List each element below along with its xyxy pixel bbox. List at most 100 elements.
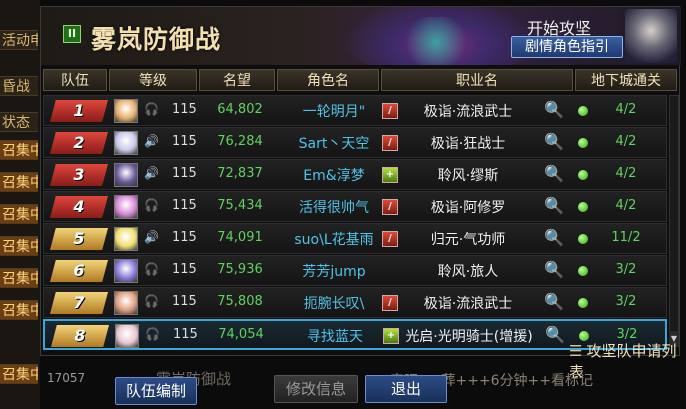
scrollbar[interactable] (669, 95, 679, 347)
level-value: 115 (172, 198, 197, 213)
exit-button[interactable]: 退出 (365, 375, 447, 403)
column-header-team: 队伍 (43, 69, 107, 91)
search-icon[interactable]: 🔍 (544, 164, 564, 183)
title-bar: II 雾岚防御战 开始攻坚 剧情角色指引 (41, 7, 681, 65)
team-rank-badge: 3 (50, 164, 108, 186)
party-member-row[interactable]: 1 🎧 115 64,802 一轮明月" / 极诣·流浪武士 🔍 4/2 (43, 95, 667, 126)
background-tag: 召集中 (0, 364, 38, 384)
dungeon-clear-count: 4/2 (615, 198, 637, 213)
team-rank-badge: 7 (50, 292, 108, 314)
party-member-row[interactable]: 4 🎧 115 75,434 活得很帅气 / 极诣·阿修罗 🔍 4/2 (43, 191, 667, 222)
voice-icon: 🎧 (144, 262, 159, 276)
voice-icon: 🔊 (144, 230, 159, 244)
level-value: 115 (172, 262, 197, 277)
raid-party-window: II 雾岚防御战 开始攻坚 剧情角色指引 队伍 等级 名望 角色名 职业名 地下… (40, 6, 681, 381)
dungeon-clear-count: 11/2 (611, 230, 641, 245)
fame-value: 74,054 (218, 327, 264, 342)
avatar (115, 324, 139, 348)
search-icon[interactable]: 🔍 (544, 196, 564, 215)
status-dot-icon (578, 298, 588, 308)
search-icon[interactable]: 🔍 (545, 325, 565, 344)
search-icon[interactable]: 🔍 (544, 260, 564, 279)
class-name: 聆风·缪斯 (437, 168, 499, 184)
level-value: 115 (173, 327, 198, 342)
voice-icon: 🎧 (144, 102, 159, 116)
search-icon[interactable]: 🔍 (544, 132, 564, 151)
character-name[interactable]: Em&淳梦 (284, 165, 384, 185)
character-name[interactable]: 一轮明月" (284, 101, 384, 121)
status-dot-icon (578, 234, 588, 244)
party-member-row[interactable]: 5 🔊 115 74,091 suo\L花基雨 / 归元·气功师 🔍 11/2 (43, 223, 667, 254)
list-icon: ☰ (569, 342, 583, 360)
sword-icon: / (382, 295, 398, 311)
team-rank-badge: 6 (50, 260, 108, 282)
class-name: 光启·光明骑士(增援) (405, 329, 533, 345)
search-icon[interactable]: 🔍 (544, 292, 564, 311)
team-rank-badge: 5 (50, 228, 108, 250)
dungeon-clear-count: 3/2 (615, 262, 637, 277)
party-member-row[interactable]: 2 🔊 115 76,284 Sart丶天空 / 极诣·狂战士 🔍 4/2 (43, 127, 667, 158)
fame-value: 75,808 (217, 294, 263, 309)
column-header-level: 等级 (109, 69, 197, 91)
sword-icon: / (382, 103, 398, 119)
search-icon[interactable]: 🔍 (544, 228, 564, 247)
voice-icon: 🔊 (144, 134, 159, 148)
background-tag: 召集中 (0, 268, 38, 288)
party-member-row[interactable]: 3 🔊 115 72,837 Em&淳梦 + 聆风·缪斯 🔍 4/2 (43, 159, 667, 190)
avatar (114, 259, 138, 283)
class-name: 极诣·阿修罗 (430, 200, 506, 216)
character-name[interactable]: 芳芳jump (284, 261, 384, 281)
modify-info-button[interactable]: 修改信息 (274, 375, 358, 403)
background-tag: 召集中 (0, 300, 38, 320)
background-tag: 状态 (0, 112, 38, 132)
avatar (114, 163, 138, 187)
fame-value: 76,284 (217, 134, 263, 149)
class-name: 极诣·狂战士 (430, 136, 506, 152)
character-name[interactable]: 寻找蓝天 (285, 326, 385, 346)
team-edit-button[interactable]: 队伍编制 (115, 377, 197, 405)
fame-value: 72,837 (217, 166, 263, 181)
character-name[interactable]: 扼腕长叹\ (284, 293, 384, 313)
status-dot-icon (578, 138, 588, 148)
voice-icon: 🎧 (144, 294, 159, 308)
status-dot-icon (578, 266, 588, 276)
column-header-clear: 地下城通关 (575, 69, 677, 91)
level-value: 115 (172, 102, 197, 117)
party-member-row[interactable]: 6 🎧 115 75,936 芳芳jump 聆风·旅人 🔍 3/2 (43, 255, 667, 286)
status-dot-icon (578, 170, 588, 180)
party-member-list: 1 🎧 115 64,802 一轮明月" / 极诣·流浪武士 🔍 4/2 2 🔊 115 76,284 S… (43, 95, 667, 351)
party-member-row[interactable]: 7 🎧 115 75,808 扼腕长叹\ / 极诣·流浪武士 🔍 3/2 (43, 287, 667, 318)
plus-icon: + (382, 167, 398, 183)
background-tag: 活动申窗 (0, 30, 38, 50)
search-icon[interactable]: 🔍 (544, 100, 564, 119)
background-sidebar: 活动申窗 昏战 状态 召集中 召集中 召集中 召集中 召集中 召集中 召集中 (0, 0, 40, 409)
background-tag: 召集中 (0, 172, 38, 192)
dungeon-clear-count: 4/2 (615, 134, 637, 149)
sword-icon: / (382, 231, 398, 247)
sword-icon: / (382, 135, 398, 151)
status-dot-icon (578, 202, 588, 212)
character-name[interactable]: suo\L花基雨 (284, 229, 384, 249)
story-guide-button[interactable]: 剧情角色指引 (511, 36, 623, 58)
voice-icon: 🎧 (145, 327, 160, 341)
avatar (114, 131, 138, 155)
fame-value: 74,091 (217, 230, 263, 245)
character-portrait (625, 9, 677, 63)
column-header-fame: 名望 (199, 69, 275, 91)
fame-value: 75,434 (217, 198, 263, 213)
character-name[interactable]: 活得很帅气 (284, 197, 384, 217)
character-name[interactable]: Sart丶天空 (284, 133, 384, 153)
level-value: 115 (172, 294, 197, 309)
avatar (114, 195, 138, 219)
avatar (114, 291, 138, 315)
team-rank-badge: 4 (50, 196, 108, 218)
background-entry-number: 17057 (47, 371, 86, 385)
class-name: 归元·气功师 (430, 232, 506, 248)
title-art-glow (401, 17, 471, 65)
status-dot-icon (578, 106, 588, 116)
class-name: 聆风·旅人 (437, 264, 499, 280)
voice-icon: 🔊 (144, 166, 159, 180)
level-value: 115 (172, 166, 197, 181)
level-value: 115 (172, 230, 197, 245)
table-header: 队伍 等级 名望 角色名 职业名 地下城通关 (43, 69, 679, 91)
